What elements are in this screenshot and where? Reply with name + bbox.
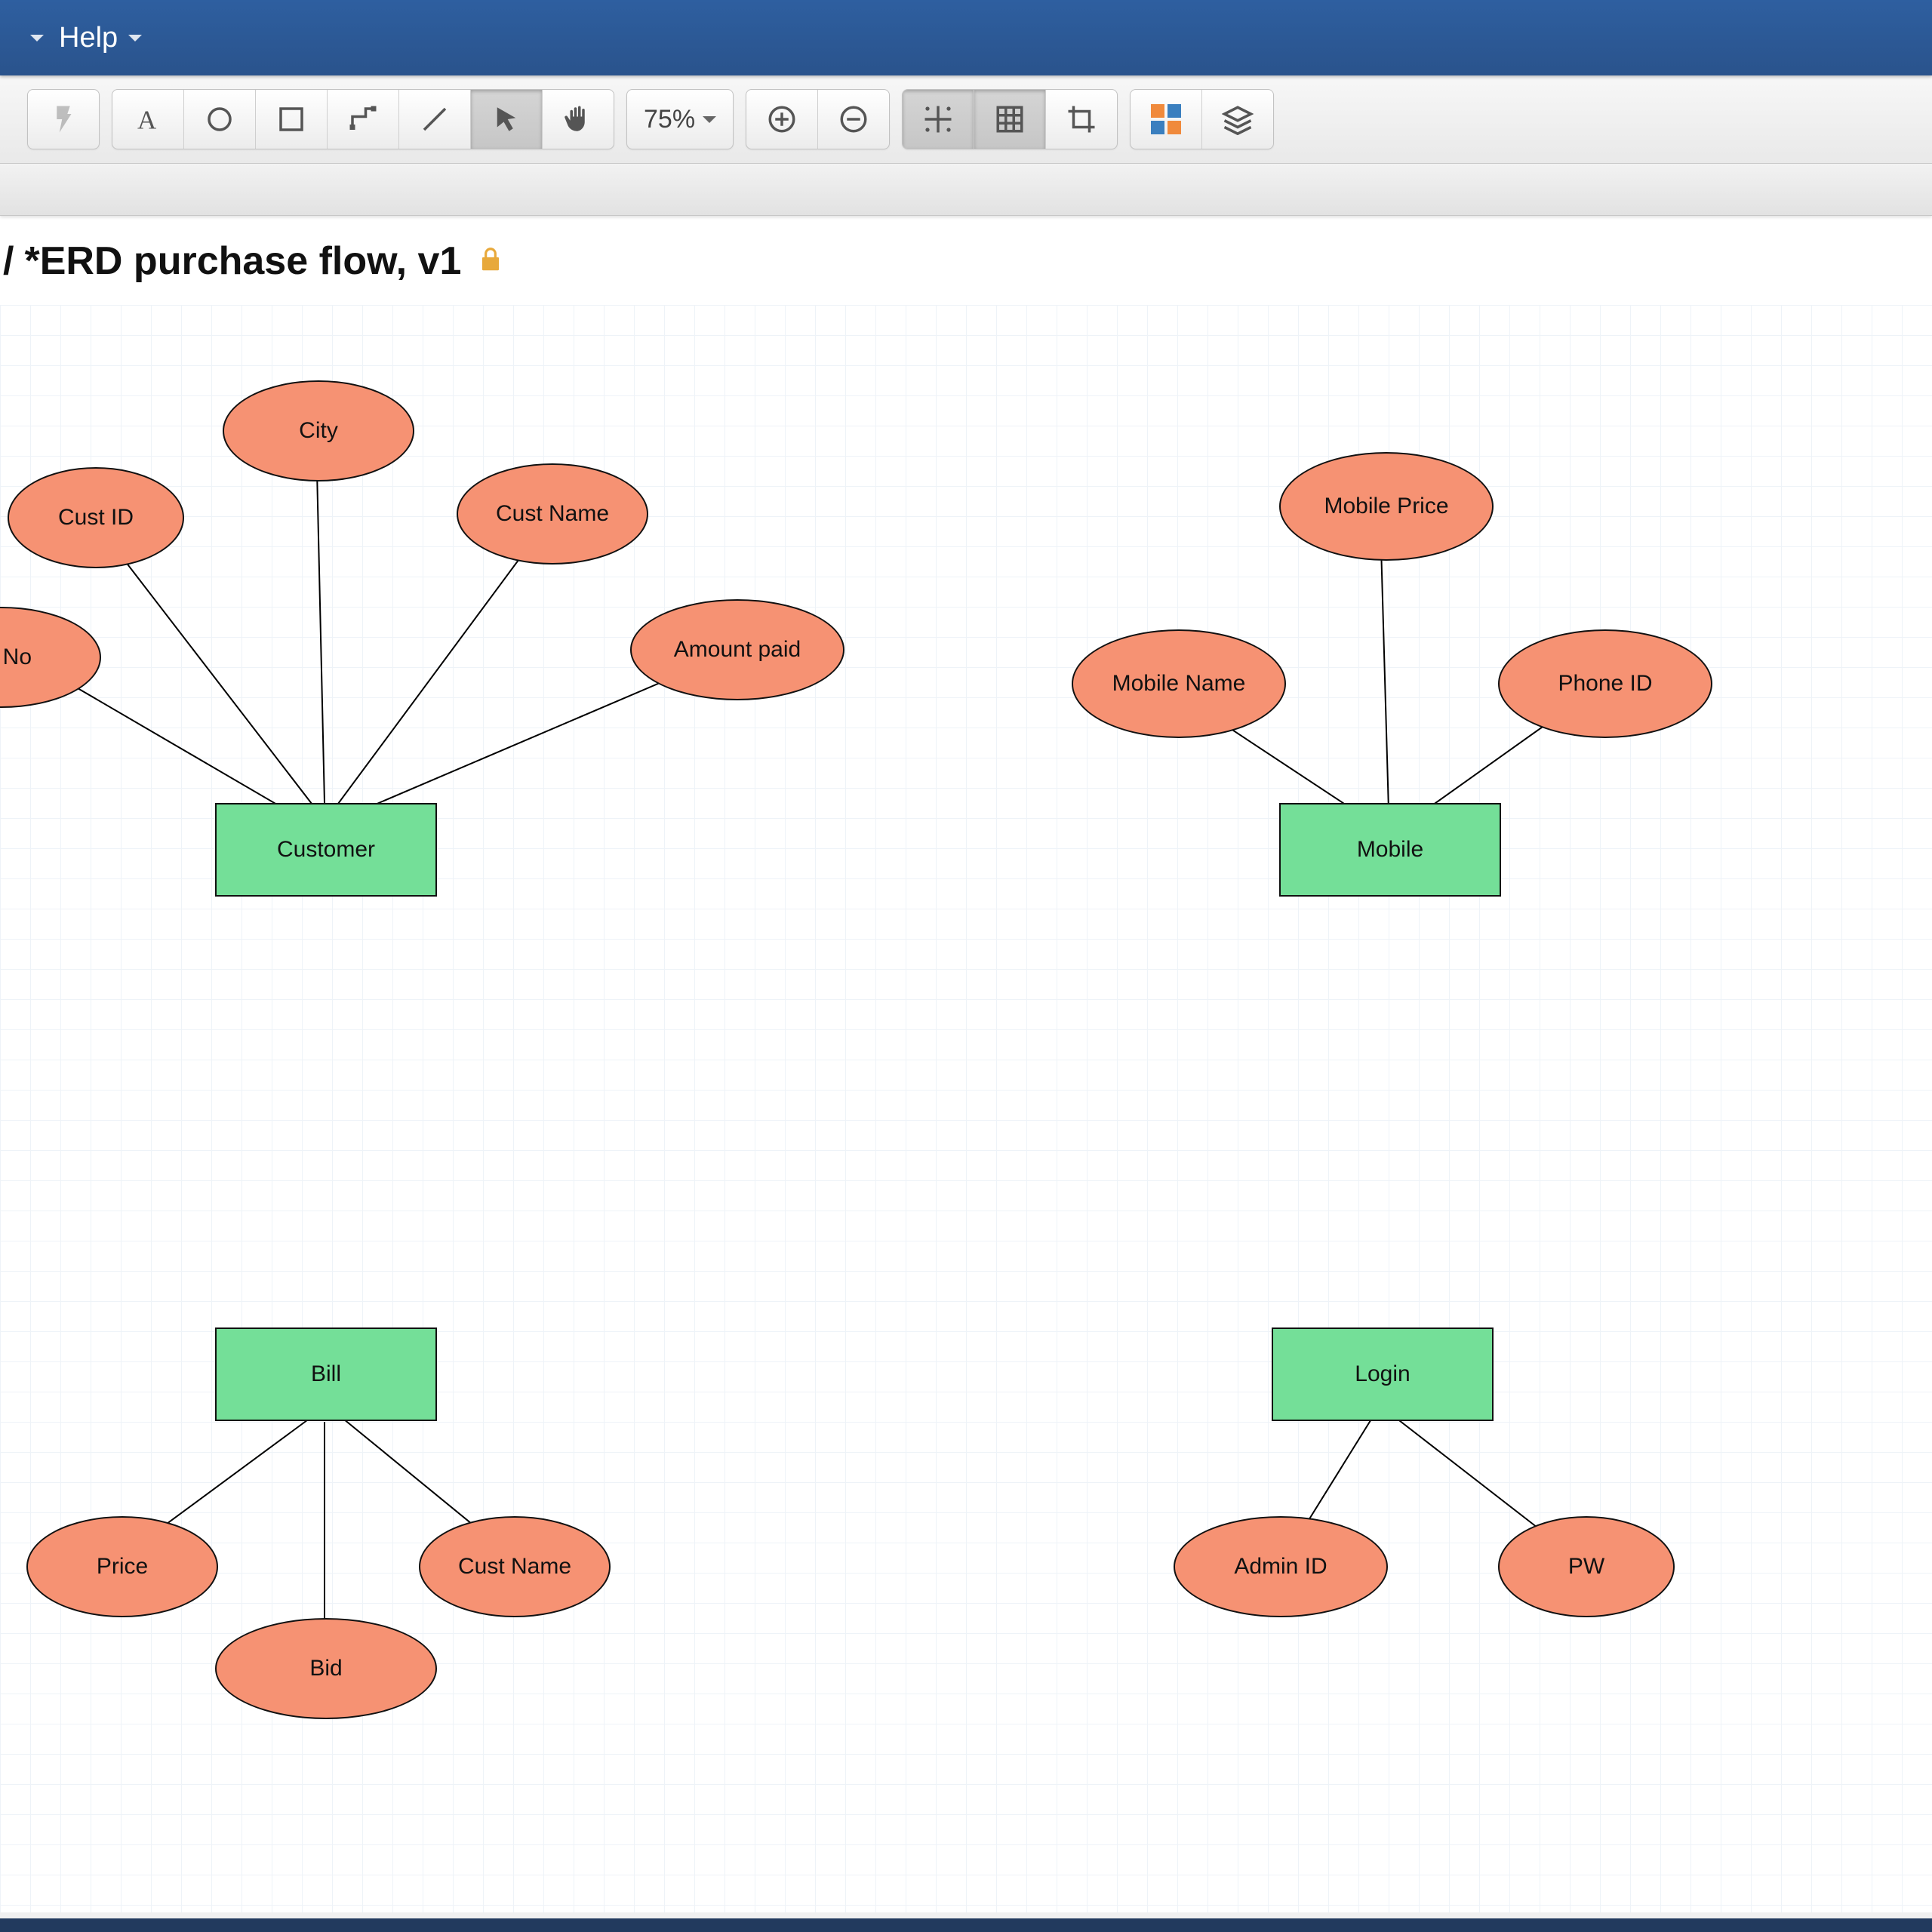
entity-bill[interactable]: Bill: [215, 1327, 437, 1421]
tool-group-format: [27, 89, 100, 149]
layers-button[interactable]: [1202, 90, 1273, 149]
chevron-down-icon: [703, 116, 716, 123]
circle-icon: [204, 103, 235, 135]
zoom-in-button[interactable]: [746, 90, 818, 149]
breadcrumb-separator: /: [3, 238, 14, 284]
square-icon: [275, 103, 307, 135]
attr-bill-cust-name[interactable]: Cust Name: [419, 1516, 611, 1617]
tool-group-shapes: A: [112, 89, 614, 149]
svg-text:A: A: [137, 105, 157, 134]
toolbar: A 75%: [0, 75, 1932, 164]
attr-mobile-name[interactable]: Mobile Name: [1072, 629, 1286, 738]
attr-customer-city[interactable]: City: [223, 380, 414, 481]
elbow-connector-icon: [347, 103, 379, 135]
attr-bill-price[interactable]: Price: [26, 1516, 218, 1617]
chevron-down-icon: [128, 35, 142, 42]
sub-toolbar: [0, 164, 1932, 216]
attr-mobile-price[interactable]: Mobile Price: [1279, 452, 1494, 561]
format-painter-button: [28, 90, 99, 149]
crop-icon: [1066, 103, 1097, 135]
menu-help-label: Help: [59, 22, 118, 54]
attr-customer-amount-paid[interactable]: Amount paid: [630, 599, 844, 700]
tool-group-zoom-buttons: [746, 89, 890, 149]
attr-login-admin-id[interactable]: Admin ID: [1174, 1516, 1388, 1617]
cursor-icon: [491, 103, 522, 135]
paintbrush-icon: [48, 103, 79, 135]
diagram-canvas[interactable]: Customer ne No Cust ID City Cust Name Am…: [0, 305, 1932, 1912]
tool-group-layers: [1130, 89, 1274, 149]
line-icon: [419, 103, 451, 135]
attr-login-pw[interactable]: PW: [1498, 1516, 1675, 1617]
attr-customer-cust-name[interactable]: Cust Name: [457, 463, 648, 565]
zoom-dropdown[interactable]: 75%: [626, 89, 734, 149]
breadcrumb: / *ERD purchase flow, v1: [0, 216, 1932, 306]
crosshair-dots-icon: [922, 103, 954, 135]
line-tool-button[interactable]: [399, 90, 471, 149]
zoom-out-button[interactable]: [818, 90, 889, 149]
zoom-value: 75%: [644, 105, 695, 134]
theme-button[interactable]: [1131, 90, 1202, 149]
attr-mobile-phone-id[interactable]: Phone ID: [1498, 629, 1712, 738]
text-tool-button[interactable]: A: [112, 90, 184, 149]
entity-mobile[interactable]: Mobile: [1279, 803, 1501, 897]
show-grid-button[interactable]: [974, 90, 1046, 149]
lock-icon: [476, 245, 505, 278]
text-a-icon: A: [132, 103, 164, 135]
snap-to-grid-button[interactable]: [903, 90, 974, 149]
hand-icon: [562, 103, 594, 135]
entity-customer[interactable]: Customer: [215, 803, 437, 897]
connector-tool-button[interactable]: [328, 90, 399, 149]
page-title[interactable]: *ERD purchase flow, v1: [24, 238, 461, 284]
crop-button[interactable]: [1046, 90, 1117, 149]
rect-tool-button[interactable]: [256, 90, 328, 149]
menu-bar: Help: [0, 0, 1932, 75]
plus-circle-icon: [766, 103, 798, 135]
ellipse-tool-button[interactable]: [184, 90, 256, 149]
menu-spacer: [30, 35, 38, 42]
four-squares-icon: [1151, 104, 1181, 134]
grid-icon: [994, 103, 1026, 135]
minus-circle-icon: [838, 103, 869, 135]
layers-icon: [1222, 103, 1254, 135]
tool-group-grid: [902, 89, 1118, 149]
entity-login[interactable]: Login: [1272, 1327, 1494, 1421]
status-bar: [0, 1918, 1932, 1932]
pan-tool-button[interactable]: [543, 90, 614, 149]
attr-bill-bid[interactable]: Bid: [215, 1618, 437, 1719]
attr-customer-cust-id[interactable]: Cust ID: [8, 467, 184, 568]
menu-help[interactable]: Help: [38, 22, 163, 54]
select-tool-button[interactable]: [471, 90, 543, 149]
